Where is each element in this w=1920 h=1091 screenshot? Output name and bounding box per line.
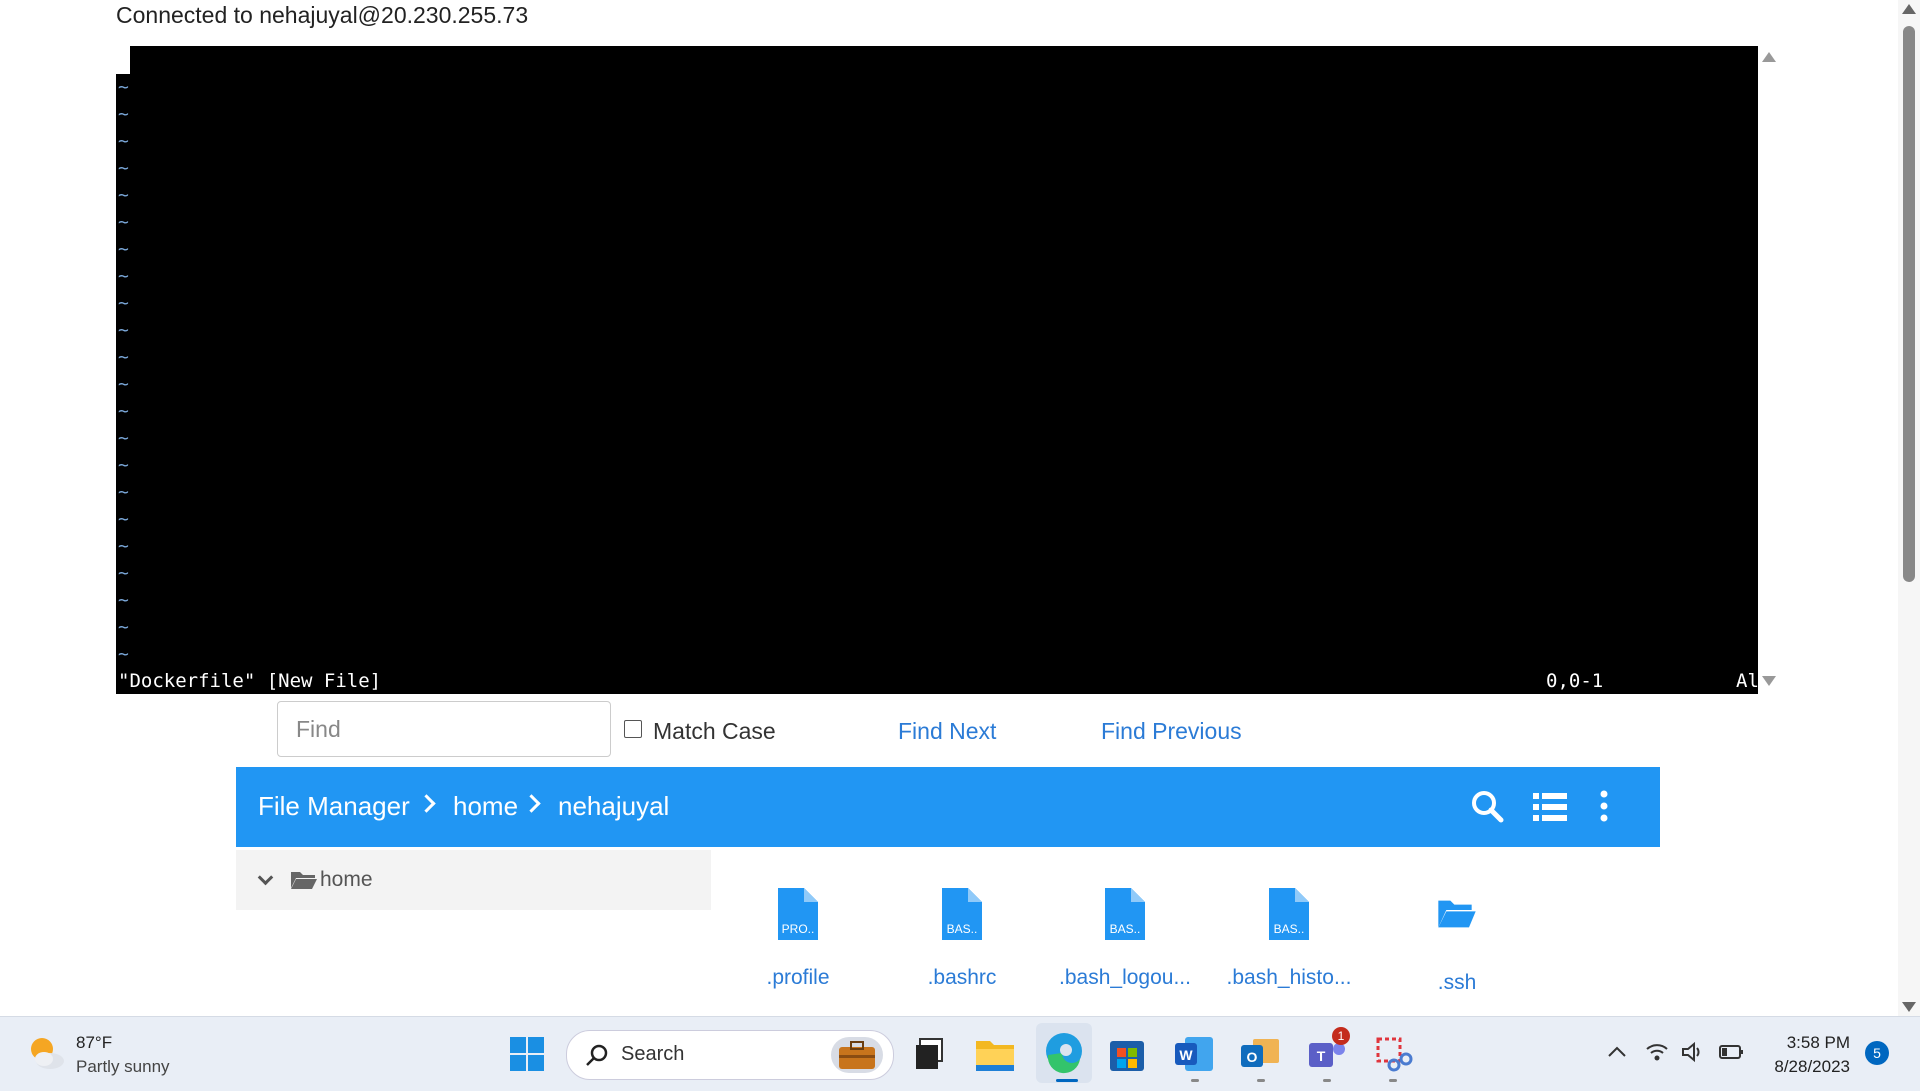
word-icon[interactable]: W [1171,1031,1217,1077]
file-explorer-icon[interactable] [972,1031,1018,1077]
find-input[interactable] [277,701,611,757]
microsoft-store-icon[interactable] [1104,1031,1150,1077]
briefcase-icon [839,1041,875,1069]
scroll-down-arrow-icon[interactable] [1902,1002,1916,1012]
chevron-up-icon[interactable] [1606,1041,1628,1063]
file-item[interactable]: BAS.. .bashrc [892,888,1032,990]
file-extension-label: BAS.. [1273,922,1305,936]
file-icon: BAS.. [942,888,982,940]
list-view-icon[interactable] [1533,791,1567,823]
teams-badge: 1 [1332,1027,1350,1045]
file-manager-header: File Manager home nehajuyal [236,767,1660,847]
folder-open-icon [1438,900,1476,928]
file-item[interactable]: BAS.. .bash_logou... [1055,888,1195,990]
outlook-icon[interactable]: O [1237,1031,1283,1077]
clock-date[interactable]: 8/28/2023 [1762,1057,1850,1077]
breadcrumb-chevron-icon [417,794,436,813]
scroll-up-arrow-icon[interactable] [1902,4,1916,14]
edge-icon [1046,1033,1082,1074]
file-icon: PRO.. [778,888,818,940]
breadcrumb-nehajuyal[interactable]: nehajuyal [558,791,669,822]
battery-icon[interactable] [1718,1041,1746,1063]
folder-open-icon [291,872,317,889]
search-label: Search [621,1043,685,1065]
snipping-tool-icon[interactable] [1370,1031,1416,1077]
volume-icon[interactable] [1681,1041,1705,1063]
svg-text:W: W [1179,1047,1193,1063]
connection-status: Connected to nehajuyal@20.230.255.73 [116,2,529,28]
search-icon [586,1044,608,1066]
wifi-icon[interactable] [1645,1041,1669,1063]
task-view-icon[interactable] [906,1031,952,1077]
page-scrollbar[interactable] [1898,0,1920,1016]
file-name: .ssh [1437,971,1477,994]
weather-temperature[interactable]: 87°F [76,1033,112,1053]
breadcrumb-chevron-icon [522,794,541,813]
file-item[interactable]: BAS.. .bash_histo... [1219,888,1359,990]
file-name: .bashrc [927,966,997,989]
search-icon[interactable] [1470,789,1504,823]
folder-tree: home [236,850,711,910]
taskbar: 87°F Partly sunny Search W O T 1 3:58 PM… [0,1016,1920,1091]
file-name: .bash_logou... [1059,966,1191,989]
file-icon: BAS.. [1105,888,1145,940]
svg-text:O: O [1247,1049,1258,1065]
vim-cursor-position: 0,0-1 [1546,670,1604,692]
taskbar-search[interactable]: Search [566,1030,894,1080]
terminal-cursor [116,46,130,74]
file-name: .profile [766,966,830,989]
terminal-scrollbar[interactable] [1758,46,1780,694]
tree-item-home[interactable]: home [320,868,373,892]
terminal[interactable]: ~ ~ ~ ~ ~ ~ ~ ~ ~ ~ ~ ~ ~ ~ ~ ~ ~ ~ ~ ~ … [116,46,1758,694]
weather-description[interactable]: Partly sunny [76,1057,170,1077]
file-extension-label: PRO.. [781,922,815,936]
file-item[interactable]: .ssh [1387,888,1527,995]
empty-line-markers: ~ ~ ~ ~ ~ ~ ~ ~ ~ ~ ~ ~ ~ ~ ~ ~ ~ ~ ~ ~ … [118,77,129,665]
breadcrumb-file-manager[interactable]: File Manager [258,791,410,822]
vim-status-message: "Dockerfile" [New File] [118,670,382,692]
chevron-down-icon[interactable] [257,869,274,886]
breadcrumb-home[interactable]: home [453,791,518,822]
search-highlight-image [831,1037,883,1073]
scrollbar-thumb[interactable] [1903,26,1915,582]
scroll-down-arrow-icon[interactable] [1762,676,1776,686]
windows-start-icon[interactable] [504,1031,550,1077]
more-options-icon[interactable] [1594,789,1614,823]
clock-time[interactable]: 3:58 PM [1785,1033,1850,1053]
notification-count-badge[interactable]: 5 [1865,1041,1889,1065]
file-item[interactable]: PRO.. .profile [728,888,868,990]
match-case-label: Match Case [653,718,776,744]
file-extension-label: BAS.. [1109,922,1141,936]
file-icon: BAS.. [1269,888,1309,940]
partly-sunny-icon[interactable] [26,1033,66,1073]
scroll-up-arrow-icon[interactable] [1762,52,1776,62]
match-case-checkbox[interactable] [624,720,642,738]
find-next-button[interactable]: Find Next [898,718,996,745]
file-name: .bash_histo... [1226,966,1352,989]
svg-text:T: T [1317,1048,1326,1064]
find-previous-button[interactable]: Find Previous [1101,718,1242,745]
vim-scroll-indicator: Al [1736,670,1758,692]
edge-active-tile[interactable] [1036,1023,1092,1083]
file-extension-label: BAS.. [946,922,978,936]
